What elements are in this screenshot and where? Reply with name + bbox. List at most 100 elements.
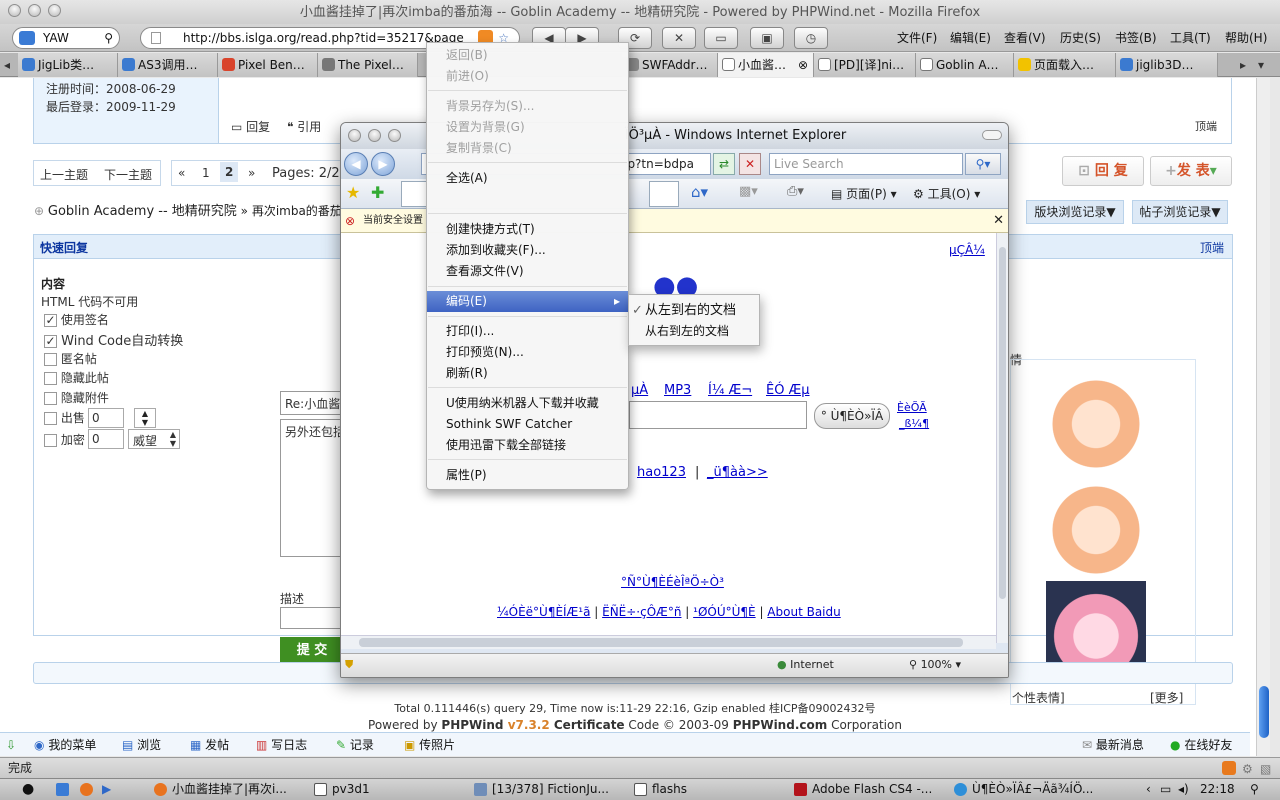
ie-home-icon[interactable]: ⌂▾ bbox=[691, 183, 708, 201]
spotlight-icon[interactable]: ⚲ bbox=[1250, 779, 1259, 800]
dock-item-flash-cs4[interactable]: Adobe Flash CS4 -... bbox=[794, 779, 932, 800]
search-box[interactable]: YAW ⚲ bbox=[12, 27, 120, 49]
history-icon[interactable]: ◷ bbox=[794, 27, 828, 49]
opt-hide-attach[interactable]: 隐藏附件 bbox=[44, 389, 109, 406]
prev-topic-link[interactable]: 上一主题 bbox=[40, 166, 88, 183]
submenu-ltr[interactable]: ✓ 从左到右的文档 bbox=[629, 300, 759, 321]
tab-3[interactable]: Pixel Ben… bbox=[218, 53, 318, 77]
play-icon[interactable]: ▶ bbox=[102, 779, 111, 800]
ie-feeds-icon[interactable]: ▩▾ bbox=[739, 184, 758, 199]
url-input[interactable]: http://bbs.islga.org/read.php?tid=35217&… bbox=[183, 31, 464, 45]
breadcrumb-topic[interactable]: 再次imba的番茄海 bbox=[252, 204, 354, 218]
ie-search-icon[interactable]: ⚲▾ bbox=[965, 153, 1001, 175]
page-scrollbar[interactable] bbox=[1256, 78, 1270, 756]
ie-zoom-button[interactable] bbox=[388, 129, 401, 142]
ie-zoom[interactable]: ⚲ 100% ▾ bbox=[909, 654, 961, 676]
nav-link-mp3[interactable]: MP3 bbox=[664, 383, 691, 398]
tab-9[interactable]: 页面载入… bbox=[1014, 53, 1116, 77]
pager-page-2[interactable]: 2 bbox=[220, 162, 239, 182]
pager-page-1[interactable]: 1 bbox=[202, 166, 210, 180]
ctx-encoding[interactable]: 编码(E) ▸ bbox=[427, 291, 628, 312]
record-item[interactable]: ✎ 记录 bbox=[336, 737, 374, 753]
ctx-create-shortcut[interactable]: 创建快捷方式(T) bbox=[427, 219, 628, 240]
finder-icon[interactable] bbox=[56, 779, 74, 800]
ie-vscroll-thumb[interactable] bbox=[999, 247, 1006, 599]
pager-last[interactable]: » bbox=[248, 166, 255, 180]
menu-tools[interactable]: 工具(T) bbox=[1170, 28, 1211, 48]
baidu-search-button[interactable]: ° Ù¶ÈÒ»ÏÂ bbox=[814, 403, 890, 429]
ie-tools-menu[interactable]: ⚙ 工具(O) ▾ bbox=[913, 185, 980, 202]
dock-item-flashs[interactable]: flashs bbox=[634, 779, 687, 800]
next-topic-link[interactable]: 下一主题 bbox=[104, 166, 152, 183]
top-link-2[interactable]: 顶端 bbox=[1200, 239, 1224, 256]
baidu-search-input[interactable] bbox=[629, 401, 807, 429]
my-menu-item[interactable]: ◉ 我的菜单 bbox=[34, 737, 96, 753]
opt-encrypt[interactable]: 加密 bbox=[44, 431, 85, 448]
ie-back-button[interactable]: ◀ bbox=[344, 152, 368, 176]
ie-favorites-icon[interactable]: ★ bbox=[346, 183, 360, 202]
tab-5[interactable]: SWFAddr… bbox=[622, 53, 718, 77]
hao123-link[interactable]: hao123 bbox=[637, 465, 686, 480]
volume-icon[interactable]: ◂) bbox=[1178, 779, 1189, 800]
toolbar-icon-2[interactable]: ▣ bbox=[750, 27, 784, 49]
anonymous-checkbox[interactable] bbox=[44, 353, 57, 366]
addon-gear-icon[interactable]: ⚙ bbox=[1242, 759, 1253, 779]
footer-link-about[interactable]: About Baidu bbox=[767, 605, 840, 619]
tab-list-icon[interactable]: ▾ bbox=[1258, 58, 1264, 72]
opt-signature[interactable]: ✓ 使用签名 bbox=[44, 311, 109, 328]
apple-icon[interactable]: ● bbox=[22, 779, 34, 800]
photo-item[interactable]: ▣ 传照片 bbox=[404, 737, 455, 753]
reply-link[interactable]: ▭ 回复 bbox=[231, 118, 270, 135]
ie-info-close-icon[interactable]: ✕ bbox=[993, 209, 1004, 233]
hide-checkbox[interactable] bbox=[44, 372, 57, 385]
ie-print-icon[interactable]: ⎙▾ bbox=[787, 184, 804, 199]
footer-link-2[interactable]: ËÑË÷·çÔÆ°ñ bbox=[602, 605, 681, 619]
menu-file[interactable]: 文件(F) bbox=[897, 28, 937, 48]
ctx-back[interactable]: 返回(B) bbox=[427, 45, 628, 66]
encrypt-input[interactable]: 0 bbox=[88, 429, 124, 449]
post-button[interactable]: +发 表▾ bbox=[1150, 156, 1232, 186]
submenu-rtl[interactable]: 从右到左的文档 bbox=[629, 321, 759, 342]
zoom-window-button[interactable] bbox=[48, 4, 61, 17]
dock-item-ie[interactable]: Ù¶ÈÒ»ÏÂ£¬Äã¾ÍÖ... bbox=[954, 779, 1093, 800]
ie-new-tab[interactable] bbox=[649, 181, 679, 207]
tabs-scroll-left-icon[interactable]: ◂ bbox=[4, 58, 10, 72]
pager-first[interactable]: « bbox=[178, 166, 185, 180]
board-history-button[interactable]: 版块浏览记录▼ bbox=[1026, 200, 1124, 224]
nav-link-images[interactable]: Í¼ Æ¬ bbox=[708, 383, 752, 398]
ctx-sothink[interactable]: Sothink SWF Catcher bbox=[427, 414, 628, 435]
body-textarea[interactable]: 另外还包括 bbox=[280, 419, 344, 557]
ie-minimize-button[interactable] bbox=[368, 129, 381, 142]
footer-link-1[interactable]: ¼ÓÈë°Ù¶ÈÍÆ¹ã bbox=[497, 605, 590, 619]
baidu-side-link-2[interactable]: _ß¼¶ bbox=[899, 417, 929, 430]
ie-search-input[interactable]: Live Search bbox=[769, 153, 963, 175]
minimize-window-button[interactable] bbox=[28, 4, 41, 17]
tab-1[interactable]: JigLib类… bbox=[18, 53, 118, 77]
toolbar-icon-1[interactable]: ▭ bbox=[704, 27, 738, 49]
ie-add-favorite-icon[interactable]: ✚ bbox=[371, 183, 384, 202]
search-icon[interactable]: ⚲ bbox=[104, 28, 113, 48]
menu-help[interactable]: 帮助(H) bbox=[1225, 28, 1267, 48]
submit-button[interactable]: 提 交 bbox=[280, 637, 344, 665]
more-link[interactable]: _ü¶àà>> bbox=[707, 465, 768, 480]
ctx-select-all[interactable]: 全选(A) bbox=[427, 168, 628, 189]
menu-edit[interactable]: 编辑(E) bbox=[950, 28, 991, 48]
hide-attach-checkbox[interactable] bbox=[44, 392, 57, 405]
menu-view[interactable]: 查看(V) bbox=[1004, 28, 1046, 48]
ie-vscroll[interactable] bbox=[996, 233, 1008, 643]
ie-close-button[interactable] bbox=[348, 129, 361, 142]
set-homepage-link[interactable]: °Ñ°Ù¶ÈÉèÎªÖ÷Ò³ bbox=[621, 575, 724, 589]
addon-icon-1[interactable] bbox=[1222, 761, 1236, 775]
ie-hscroll-thumb[interactable] bbox=[359, 638, 963, 647]
ie-forward-button[interactable]: ▶ bbox=[371, 152, 395, 176]
signature-checkbox[interactable]: ✓ bbox=[44, 314, 57, 327]
footer-link-3[interactable]: ¹ØÓÚ°Ù¶È bbox=[693, 605, 755, 619]
baidu-login-link[interactable]: µÇÂ¼ bbox=[949, 243, 985, 257]
ctx-properties[interactable]: 属性(P) bbox=[427, 465, 628, 486]
tab-2[interactable]: AS3调用… bbox=[118, 53, 218, 77]
online-friends-item[interactable]: ● 在线好友 bbox=[1170, 737, 1232, 753]
sell-input[interactable]: 0 bbox=[88, 408, 124, 428]
ie-stop-icon[interactable]: ✕ bbox=[739, 153, 761, 175]
ctx-view-source[interactable]: 查看源文件(V) bbox=[427, 261, 628, 282]
emoticon-1[interactable] bbox=[1046, 369, 1146, 469]
